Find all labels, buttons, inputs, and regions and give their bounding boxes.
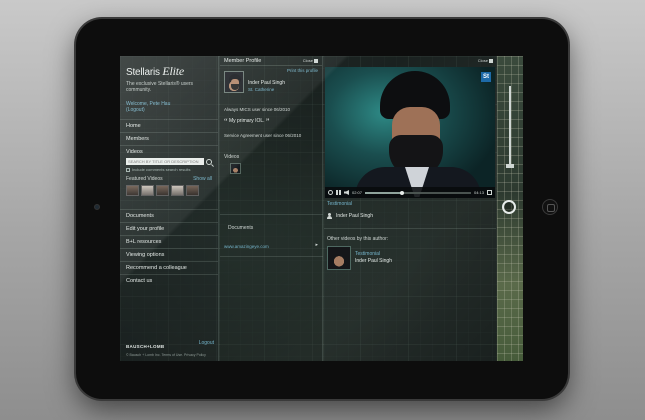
featured-video-thumb[interactable] [171,185,184,196]
close-label: Close [302,58,313,63]
video-search-input[interactable] [126,158,204,165]
map-zoom-handle[interactable] [506,164,514,168]
video-author: Inder Paul Singh [327,213,373,219]
replay-icon[interactable] [328,190,333,195]
player-controls: 02:07 04:13 [325,187,495,198]
map-background[interactable] [497,56,523,361]
brand-tagline: The exclusive Stellaris® users community… [126,81,194,93]
progress-handle[interactable] [400,190,405,195]
brand-tier: Elite [162,64,185,78]
nav-item-documents[interactable]: Documents [120,209,218,222]
member-quote: “ My primary IOL. ” [220,117,322,126]
agreement-since: Service Agreement user since 06/2010 [224,133,302,138]
include-comments-checkbox[interactable] [126,167,130,172]
mics-since: Always MICS user since 06/2010 [224,107,291,112]
map-pan-control-icon[interactable] [502,200,516,214]
member-name: Inder Paul Singh [248,80,285,86]
featured-video-thumb[interactable] [156,185,169,196]
video-title: Testimonial [327,201,353,207]
video-player[interactable]: St 02:07 04:13 [325,67,495,198]
secondary-nav: Documents Edit your profile B+L resource… [120,209,218,287]
profile-title-text: Member Profile [224,57,262,64]
print-profile-link[interactable]: Print this profile [287,68,318,73]
nav-item-home[interactable]: Home [120,119,218,132]
channel-badge: St [481,72,491,82]
other-video-title[interactable]: Testimonial [355,251,392,257]
map-zoom-slider[interactable] [509,86,511,166]
brand-logo: Stellaris Elite [126,64,212,79]
chevron-right-icon[interactable]: ▸ [315,242,318,248]
welcome-logout-link[interactable]: (Logout) [126,107,212,113]
member-profile-panel: Member Profile Close Inder Paul Singh St… [220,56,323,361]
sidebar: Stellaris Elite The exclusive Stellaris®… [120,56,219,361]
featured-thumbnails [126,185,212,196]
include-comments-option[interactable]: Include comments search results [126,167,212,172]
nav-item-contact[interactable]: Contact us [120,274,218,287]
member-location[interactable]: St. Catherine [248,87,285,92]
nav-item-videos[interactable]: Videos [126,149,212,155]
close-quote-icon: ” [265,117,270,126]
profile-videos-label: Videos [224,154,240,160]
brand-name: Stellaris [126,67,160,78]
logout-link[interactable]: Logout [199,340,214,346]
tablet-frame: Stellaris Elite The exclusive Stellaris®… [76,19,568,399]
other-videos-label: Other videos by this author: [327,236,389,242]
welcome-message: Welcome, Pete Hau (Logout) [120,93,218,113]
profile-video-thumb[interactable] [230,163,241,174]
avatar [224,71,244,93]
profile-header: Member Profile Close [220,56,322,66]
profile-close-button[interactable]: Close [303,58,318,63]
nav-item-recommend[interactable]: Recommend a colleague [120,261,218,274]
document-link[interactable]: www.amazingeye.com [224,244,269,249]
featured-video-thumb[interactable] [126,185,139,196]
total-time: 04:13 [473,190,484,195]
current-time: 02:07 [352,190,363,195]
home-button[interactable] [542,199,558,215]
featured-video-thumb[interactable] [186,185,199,196]
divider [220,256,323,257]
profile-documents-label: Documents [228,225,254,231]
featured-video-thumb[interactable] [141,185,154,196]
pause-icon[interactable] [336,190,341,195]
divider [220,214,323,215]
quote-text: My primary IOL. [228,118,265,124]
video-author-name[interactable]: Inder Paul Singh [336,213,373,219]
brand: Stellaris Elite The exclusive Stellaris®… [120,56,218,93]
camera-icon [94,204,100,210]
show-all-link[interactable]: Show all [193,176,212,182]
other-video-thumb[interactable] [327,246,351,270]
nav-item-edit-profile[interactable]: Edit your profile [120,222,218,235]
close-icon [489,58,493,63]
main-nav: Home Members Videos Include comments sea… [120,119,218,287]
close-icon [314,58,318,63]
profile-summary: Inder Paul Singh St. Catherine Print thi… [220,66,322,93]
include-comments-label: Include comments search results [132,167,191,172]
video-close-button[interactable]: Close [478,58,493,63]
volume-icon[interactable] [344,190,349,195]
featured-videos-header: Featured Videos Show all [126,176,212,182]
divider [324,228,496,229]
featured-videos-label: Featured Videos [126,176,163,182]
open-quote-icon: “ [224,117,228,126]
fullscreen-icon[interactable] [487,190,492,195]
nav-item-members[interactable]: Members [120,132,218,145]
other-video-author: Inder Paul Singh [355,258,392,264]
close-label: Close [477,58,488,63]
profile-title: Member Profile [224,58,261,64]
videos-section: Videos Include comments search results F… [120,145,218,201]
search-icon[interactable] [206,158,212,165]
video-search [126,158,212,165]
progress-bar[interactable] [365,190,471,195]
sidebar-footer: BAUSCH+LOMB Logout © Bausch + Lomb Inc. … [126,340,214,358]
progress-fill [365,191,403,194]
other-video-item[interactable]: Testimonial Inder Paul Singh [327,246,392,270]
legal-text[interactable]: © Bausch + Lomb Inc. Terms of Use. Priva… [126,353,214,358]
app-screen: Stellaris Elite The exclusive Stellaris®… [120,56,523,361]
nav-item-bl-resources[interactable]: B+L resources [120,235,218,248]
person-icon [327,213,332,219]
video-panel: Close St 02:07 04:13 Testimonial Inder P… [324,56,496,361]
nav-item-viewing-options[interactable]: Viewing options [120,248,218,261]
